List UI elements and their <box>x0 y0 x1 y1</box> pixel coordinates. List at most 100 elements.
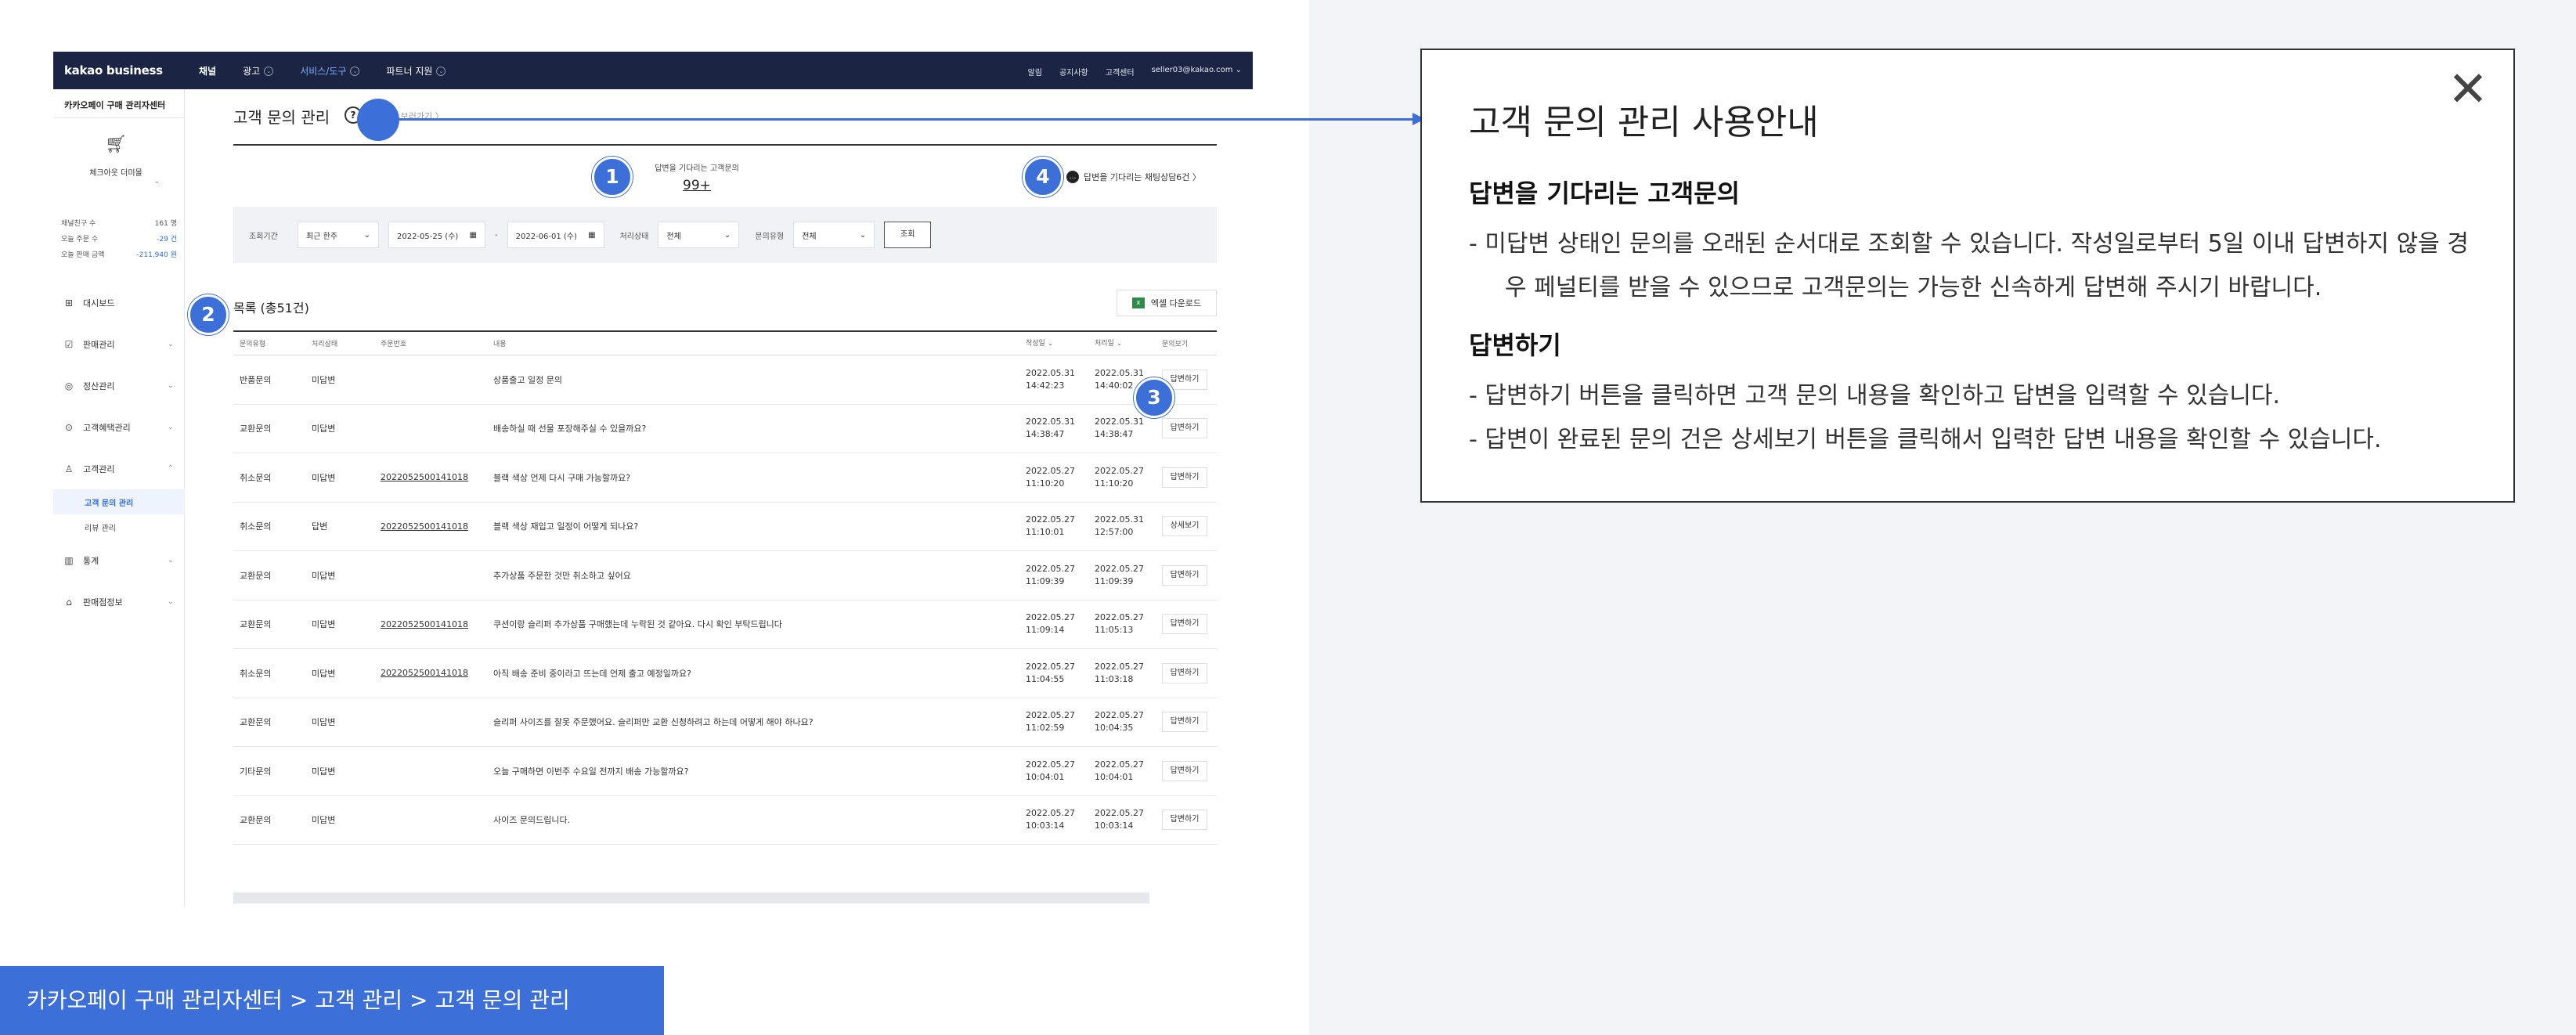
sidebar-item-dashboard[interactable]: ⊞ 대시보드 <box>53 282 185 323</box>
section-heading: 답변하기 <box>1469 330 1561 360</box>
sidebar-title: 카카오페이 구매 관리자센터 <box>64 100 166 110</box>
chevron-down-icon: ⌄ <box>724 230 731 240</box>
cell-content: 배송하실 때 선물 포장해주실 수 있을까요? <box>493 424 647 435</box>
nav-ads[interactable]: 광고 ⌄ <box>243 64 274 78</box>
account-menu[interactable]: seller03@kakao.com ⌄ <box>1152 66 1242 78</box>
search-button[interactable]: 조회 <box>884 222 932 248</box>
calendar-icon: ▦ <box>588 230 596 240</box>
notifications-link[interactable]: 알림 <box>1028 66 1042 78</box>
cell-action: 답변하기 <box>1157 467 1217 488</box>
panel-section-waiting: 답변을 기다리는 고객문의 - 미답변 상태인 문의를 오래된 순서대로 조회할… <box>1469 174 2487 310</box>
answer-button[interactable]: 답변하기 <box>1162 564 1207 586</box>
answer-button[interactable]: 답변하기 <box>1162 810 1207 831</box>
cell-content: 상품출고 일정 문의 <box>493 374 562 385</box>
cell-order[interactable]: 2022052500141018 <box>374 472 487 482</box>
type-label: 문의유형 <box>755 232 785 241</box>
section-text: - 답변하기 버튼을 클릭하면 고객 문의 내용을 확인하고 답변을 입력할 수… <box>1469 382 2281 409</box>
sidebar-item-store[interactable]: ⌂ 판매점정보 ⌄ <box>53 581 185 622</box>
table-row: 교환문의 미답변 배송하실 때 선물 포장해주실 수 있을까요? 2022.05.31… <box>233 405 1217 453</box>
table-row: 교환문의 미답변 사이즈 문의드립니다. 2022.05.27 10:03:14 202… <box>233 796 1217 845</box>
sidebar-menu: ⊞ 대시보드 ☑ 판매관리 ⌄ ◎ 정산관리 ⌄ ⊙ 고객혜택관리 ⌄ ♙ 고객관리 ⌃ 고객 문… <box>53 282 185 622</box>
shop-name[interactable]: 체크아웃 더미몰 <box>85 168 147 180</box>
cell-content: 블랙 색상 재입고 일정이 어떻게 되나요? <box>493 521 639 532</box>
top-right-links: 알림 공지사항 고객센터 seller03@kakao.com ⌄ <box>1028 66 1242 78</box>
col-action: 문의보기 <box>1162 341 1189 348</box>
cell-action: 답변하기 <box>1157 662 1217 683</box>
horizontal-scrollbar[interactable] <box>233 893 1149 903</box>
close-icon[interactable]: ✕ <box>2448 65 2488 114</box>
table-row: 취소문의 답변 2022052500141018 블랙 색상 재입고 일정이 어떻게 … <box>233 503 1217 551</box>
notice-link[interactable]: 공지사항 <box>1059 66 1088 78</box>
answer-button[interactable]: 답변하기 <box>1162 467 1207 488</box>
cell-status: 미답변 <box>312 815 336 826</box>
answer-button[interactable]: 답변하기 <box>1162 712 1207 733</box>
detail-button[interactable]: 상세보기 <box>1162 516 1207 537</box>
period-select[interactable]: 최근 한주 ⌄ <box>298 222 379 248</box>
sidebar-item-customer[interactable]: ♙ 고객관리 ⌃ <box>53 448 185 489</box>
date-from-input[interactable]: 2022-05-25 (수) ▦ <box>388 222 485 248</box>
answer-button[interactable]: 답변하기 <box>1162 760 1207 781</box>
cell-status: 미답변 <box>312 374 336 385</box>
cell-type: 교환문의 <box>240 717 272 728</box>
cell-content: 오늘 구매하면 이번주 수요일 전까지 배송 가능할까요? <box>493 766 689 777</box>
table-row: 교환문의 미답변 슬리퍼 사이즈를 잘못 주문했어요. 슬리퍼만 교환 신청하려고 … <box>233 698 1217 747</box>
support-link[interactable]: 고객센터 <box>1106 66 1135 78</box>
nav-channel[interactable]: 채널 <box>199 64 216 78</box>
chat-waiting-link[interactable]: … 답변을 기다리는 채팅상담6건 〉 <box>1066 171 1201 183</box>
answer-button[interactable]: 답변하기 <box>1162 662 1207 683</box>
period-label: 조회기간 <box>249 232 278 241</box>
col-created[interactable]: 작성일 ⌄ <box>1019 337 1088 350</box>
badge-2: 2 <box>188 294 229 335</box>
section-text: - 답변이 완료된 문의 건은 상세보기 버튼을 클릭해서 입력한 답변 내용을… <box>1469 426 2382 453</box>
answer-button[interactable]: 답변하기 <box>1162 614 1207 635</box>
table-row: 교환문의 미답변 추가상품 주문한 것만 취소하고 싶어요 2022.05.27 11… <box>233 551 1217 600</box>
list-title: 목록 (총51건) <box>233 301 309 316</box>
cell-processed: 2022.05.27 10:04:35 <box>1095 710 1144 734</box>
callout-dot <box>357 99 399 141</box>
sidebar-item-sales[interactable]: ☑ 판매관리 ⌄ <box>53 323 185 365</box>
status-select[interactable]: 전체 ⌄ <box>658 222 740 248</box>
panel-title: 고객 문의 관리 사용안내 <box>1469 103 1819 142</box>
waiting-count[interactable]: 99+ <box>642 178 752 193</box>
page-title: 고객 문의 관리 <box>233 108 330 127</box>
badge-1: 1 <box>592 157 633 197</box>
col-order: 주문번호 <box>381 341 407 348</box>
col-processed[interactable]: 처리일 ⌄ <box>1088 337 1157 350</box>
cell-status: 미답변 <box>312 766 336 777</box>
chevron-down-icon: ⌄ <box>363 230 370 240</box>
cell-order[interactable]: 2022052500141018 <box>374 521 487 532</box>
cell-content: 쿠션이랑 슬리퍼 추가상품 구매했는데 누락된 것 같아요. 다시 확인 부탁드… <box>493 619 782 630</box>
cell-status: 미답변 <box>312 668 336 679</box>
cell-type: 교환문의 <box>240 815 272 826</box>
cell-created: 2022.05.27 11:09:14 <box>1026 612 1075 636</box>
sidebar-sub-inquiry[interactable]: 고객 문의 관리 <box>53 489 185 514</box>
answer-button[interactable]: 답변하기 <box>1162 418 1207 439</box>
chat-icon: … <box>1066 171 1079 183</box>
cell-order[interactable]: 2022052500141018 <box>374 619 487 629</box>
sidebar-sub-review[interactable]: 리뷰 관리 <box>53 514 185 539</box>
cell-content: 사이즈 문의드립니다. <box>493 815 571 826</box>
sidebar-item-benefit[interactable]: ⊙ 고객혜택관리 ⌄ <box>53 406 185 448</box>
clipboard-check-icon: ☑ <box>64 338 74 350</box>
chevron-down-icon: ⌄ <box>167 597 174 606</box>
top-bar: kakao business 채널 광고 ⌄ 서비스/도구 ⌄ 파트너 지원 ⌄ 알림… <box>53 52 1253 89</box>
date-to-input[interactable]: 2022-06-01 (수) ▦ <box>507 222 604 248</box>
chevron-down-icon: ⌄ <box>167 381 174 390</box>
cell-processed: 2022.05.31 14:38:47 <box>1095 417 1144 440</box>
cell-order[interactable]: 2022052500141018 <box>374 668 487 678</box>
type-select[interactable]: 전체 ⌄ <box>793 222 875 248</box>
callout-arrow-line <box>377 118 1419 121</box>
badge-3: 3 <box>1134 377 1174 418</box>
sidebar-item-settlement[interactable]: ◎ 정산관리 ⌄ <box>53 365 185 406</box>
main-content: 고객 문의 관리 ? 용 보러가기 〉 답변을 기다리는 고객문의 99+ … … <box>185 89 1253 907</box>
cell-content: 슬리퍼 사이즈를 잘못 주문했어요. 슬리퍼만 교환 신청하려고 하는데 어떻게… <box>493 717 814 728</box>
nav-partner[interactable]: 파트너 지원 ⌄ <box>386 64 446 78</box>
cell-processed: 2022.05.27 11:10:20 <box>1095 465 1144 489</box>
excel-download-button[interactable]: x 엑셀 다운로드 <box>1117 290 1217 316</box>
chevron-down-icon: ⌄ <box>1047 339 1054 348</box>
cell-status: 미답변 <box>312 424 336 435</box>
cell-created: 2022.05.31 14:42:23 <box>1026 367 1075 391</box>
sidebar-item-stats[interactable]: ▥ 통계 ⌄ <box>53 539 185 581</box>
chevron-down-icon[interactable]: ⌄ <box>153 177 160 186</box>
nav-services[interactable]: 서비스/도구 ⌄ <box>300 64 360 78</box>
